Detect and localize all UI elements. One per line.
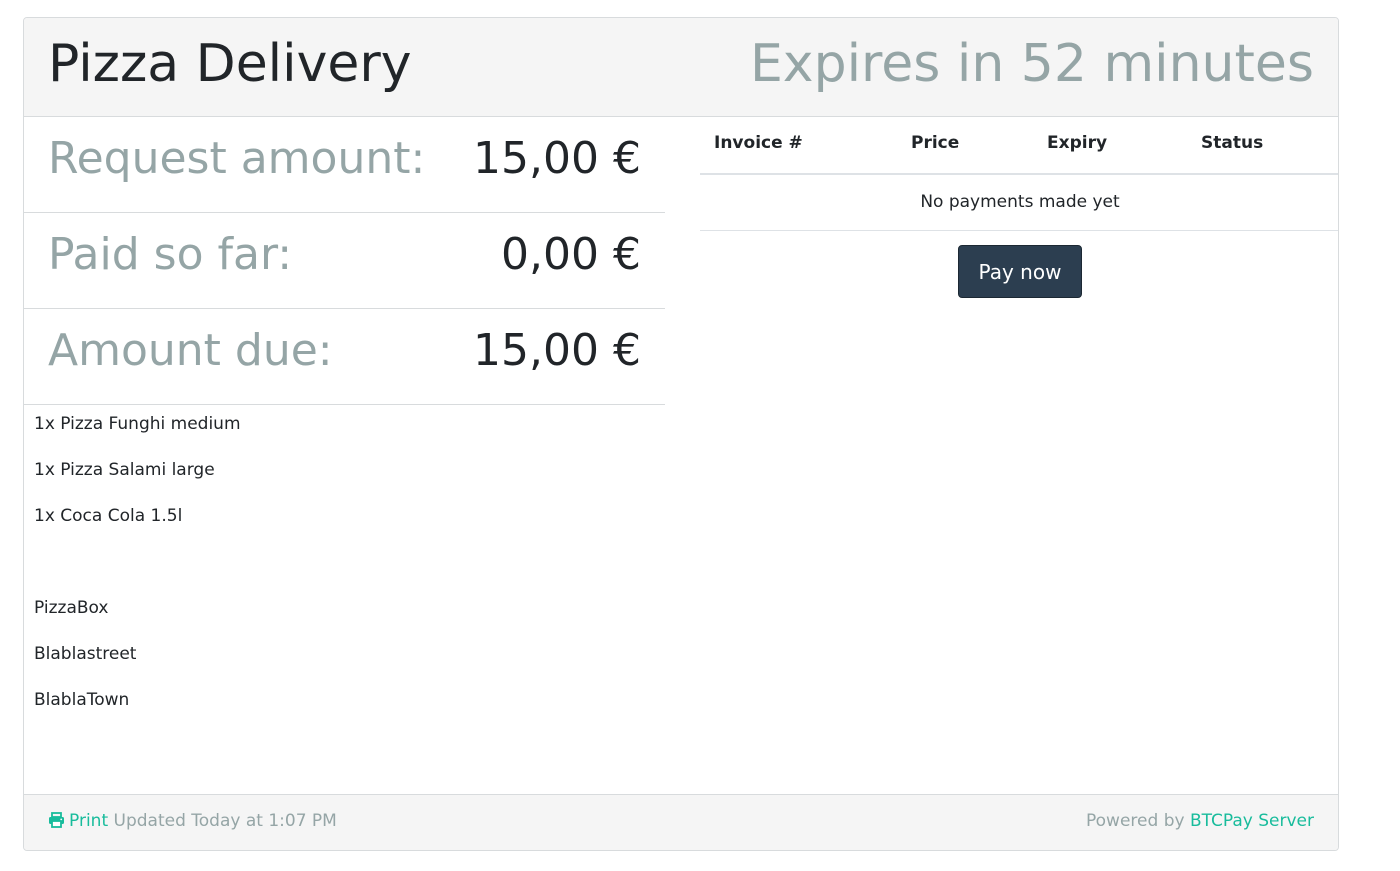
- updated-timestamp: Updated Today at 1:07 PM: [113, 811, 337, 831]
- request-amount-value: 15,00 €: [473, 133, 641, 184]
- description-line: 1x Pizza Funghi medium: [34, 414, 241, 434]
- request-amount-row: Request amount: 15,00 €: [24, 117, 665, 213]
- description-line: BlablaTown: [34, 690, 130, 710]
- payment-request-card: Pizza Delivery Expires in 52 minutes Req…: [23, 17, 1339, 851]
- card-header: Pizza Delivery Expires in 52 minutes: [24, 18, 1338, 117]
- amount-due-label: Amount due:: [48, 325, 333, 376]
- description-line: 1x Pizza Salami large: [34, 460, 215, 480]
- empty-payments-message: No payments made yet: [700, 175, 1338, 231]
- column-header-price: Price: [911, 133, 960, 153]
- footer-left: Print Updated Today at 1:07 PM: [48, 810, 337, 834]
- amount-due-row: Amount due: 15,00 €: [24, 309, 665, 405]
- print-label: Print: [69, 811, 109, 831]
- print-link[interactable]: Print: [48, 811, 108, 831]
- amount-due-value: 15,00 €: [473, 325, 641, 376]
- expiry-countdown: Expires in 52 minutes: [749, 34, 1314, 94]
- request-amount-label: Request amount:: [48, 133, 426, 184]
- description-line: Blablastreet: [34, 644, 137, 664]
- paid-so-far-value: 0,00 €: [501, 229, 641, 280]
- pay-button-container: Pay now: [700, 231, 1338, 298]
- description-line: 1x Coca Cola 1.5l: [34, 506, 183, 526]
- description-line: PizzaBox: [34, 598, 109, 618]
- card-footer: Print Updated Today at 1:07 PM Powered b…: [24, 794, 1338, 850]
- paid-so-far-label: Paid so far:: [48, 229, 293, 280]
- amount-summary: Request amount: 15,00 € Paid so far: 0,0…: [24, 117, 665, 405]
- btcpay-server-link[interactable]: BTCPay Server: [1190, 811, 1314, 831]
- invoices-table: Invoice # Price Expiry Status No payment…: [700, 117, 1338, 298]
- column-header-status: Status: [1201, 133, 1264, 153]
- powered-by-text: Powered by: [1086, 811, 1185, 831]
- description-line: [34, 551, 634, 573]
- order-description: 1x Pizza Funghi medium 1x Pizza Salami l…: [34, 413, 634, 735]
- paid-so-far-row: Paid so far: 0,00 €: [24, 213, 665, 309]
- page-title: Pizza Delivery: [48, 34, 412, 94]
- print-icon: [48, 812, 65, 834]
- footer-right: Powered by BTCPay Server: [1086, 810, 1314, 832]
- pay-now-button[interactable]: Pay now: [957, 245, 1083, 298]
- column-header-invoice: Invoice #: [714, 133, 803, 153]
- invoices-table-header: Invoice # Price Expiry Status: [700, 117, 1338, 175]
- column-header-expiry: Expiry: [1047, 133, 1108, 153]
